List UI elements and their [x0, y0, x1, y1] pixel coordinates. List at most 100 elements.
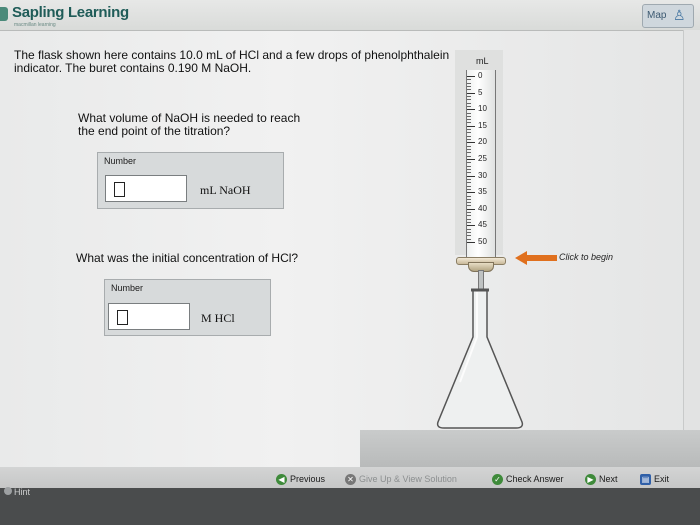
buret-minor-tick: [467, 228, 471, 230]
brand-subtitle: macmillan learning: [14, 22, 56, 28]
buret[interactable]: [466, 70, 496, 258]
people-icon: ♙: [673, 7, 686, 23]
buret-minor-tick: [467, 85, 471, 87]
buret-tick-label: 20: [478, 137, 487, 147]
map-button[interactable]: Map ♙: [642, 4, 694, 28]
hint-button[interactable]: Hint: [4, 487, 30, 497]
buret-minor-tick: [467, 95, 471, 97]
buret-major-tick: [467, 208, 475, 210]
hint-icon: [4, 487, 12, 495]
buret-minor-tick: [467, 162, 471, 164]
input-cursor: [117, 310, 128, 325]
buret-tick-label: 15: [478, 120, 487, 130]
buret-minor-tick: [467, 102, 471, 104]
concentration-input[interactable]: [108, 303, 190, 330]
buret-tick-label: 10: [478, 104, 487, 114]
buret-minor-tick: [467, 152, 471, 154]
buret-minor-tick: [467, 232, 471, 234]
buret-minor-tick: [467, 139, 471, 141]
volume-input[interactable]: [105, 175, 187, 202]
buret-major-tick: [467, 125, 475, 127]
buret-major-tick: [467, 175, 475, 177]
buret-minor-tick: [467, 105, 471, 107]
question-intro: The flask shown here contains 10.0 mL of…: [14, 48, 450, 75]
buret-major-tick: [467, 92, 475, 94]
next-label: Next: [599, 474, 618, 484]
buret-minor-tick: [467, 168, 471, 170]
answer-box-concentration: Number M HCl: [104, 279, 271, 336]
buret-minor-tick: [467, 165, 471, 167]
buret-minor-tick: [467, 155, 471, 157]
buret-minor-tick: [467, 215, 471, 217]
buret-minor-tick: [467, 198, 471, 200]
exit-button[interactable]: ▤ Exit: [640, 474, 670, 486]
buret-minor-tick: [467, 79, 471, 81]
next-button[interactable]: ▶ Next: [585, 474, 618, 486]
previous-button[interactable]: ◀ Previous: [276, 474, 325, 486]
buret-minor-tick: [467, 115, 471, 117]
logo-icon: [0, 7, 8, 21]
question-part2: What was the initial concentration of HC…: [76, 251, 299, 265]
buret-minor-tick: [467, 89, 471, 91]
buret-major-tick: [467, 225, 475, 227]
buret-minor-tick: [467, 178, 471, 180]
buret-minor-tick: [467, 188, 471, 190]
buret-major-tick: [467, 159, 475, 160]
top-bar: Sapling Learning macmillan learning Map …: [0, 0, 700, 31]
lab-bench: [360, 430, 700, 470]
buret-tick-label: 25: [478, 154, 487, 163]
arrow-left-icon: [515, 251, 557, 265]
buret-minor-tick: [467, 135, 471, 137]
buret-minor-tick: [467, 149, 471, 151]
buret-minor-tick: [467, 145, 471, 147]
buret-major-tick: [467, 76, 475, 77]
buret-tick-label: 50: [478, 237, 487, 246]
footer-dark: [0, 488, 700, 525]
buret-minor-tick: [467, 185, 471, 187]
buret-minor-tick: [467, 238, 471, 240]
buret-minor-tick: [467, 218, 471, 220]
buret-minor-tick: [467, 122, 471, 124]
question-part1: What volume of NaOH is needed to reach t…: [78, 111, 301, 138]
buret-tick-label: 0: [478, 71, 483, 80]
buret-minor-tick: [467, 212, 471, 214]
input-cursor: [114, 182, 125, 197]
arrow-right-circle-icon: ▶: [585, 474, 596, 486]
buret-tick-label: 40: [478, 203, 487, 213]
number-label: Number: [111, 283, 144, 293]
exit-icon: ▤: [640, 474, 651, 486]
give-up-button[interactable]: ✕ Give Up & View Solution: [345, 474, 457, 486]
buret-minor-tick: [467, 99, 471, 101]
buret-minor-tick: [467, 112, 471, 114]
buret-unit-label: mL: [476, 56, 489, 66]
click-to-begin-label[interactable]: Click to begin: [559, 252, 613, 262]
buret-minor-tick: [467, 205, 471, 207]
volume-unit: mL NaOH: [200, 183, 251, 197]
buret-minor-tick: [467, 132, 471, 134]
check-circle-icon: ✓: [492, 474, 503, 486]
buret-major-tick: [467, 142, 475, 144]
check-answer-label: Check Answer: [506, 474, 564, 484]
buret-minor-tick: [467, 235, 471, 237]
buret-minor-tick: [467, 195, 471, 197]
scrollbar[interactable]: [683, 30, 700, 467]
give-up-label: Give Up & View Solution: [359, 474, 457, 484]
brand-title: Sapling Learning: [12, 4, 129, 21]
buret-minor-tick: [467, 82, 471, 84]
buret-tick-label: 5: [478, 87, 483, 97]
buret-major-tick: [467, 192, 475, 194]
number-label: Number: [104, 156, 137, 166]
buret-tick-label: 30: [478, 170, 487, 180]
buret-major-tick: [467, 109, 475, 111]
buret-minor-tick: [467, 119, 471, 121]
buret-minor-tick: [467, 202, 471, 204]
concentration-unit: M HCl: [201, 311, 235, 325]
answer-box-volume: Number mL NaOH: [97, 152, 284, 209]
buret-tick-label: 45: [478, 220, 487, 230]
erlenmeyer-flask: [436, 288, 524, 429]
check-answer-button[interactable]: ✓ Check Answer: [492, 474, 564, 486]
hint-label: Hint: [14, 487, 31, 497]
exit-label: Exit: [654, 474, 670, 484]
buret-major-tick: [467, 242, 475, 243]
arrow-left-circle-icon: ◀: [276, 474, 287, 486]
